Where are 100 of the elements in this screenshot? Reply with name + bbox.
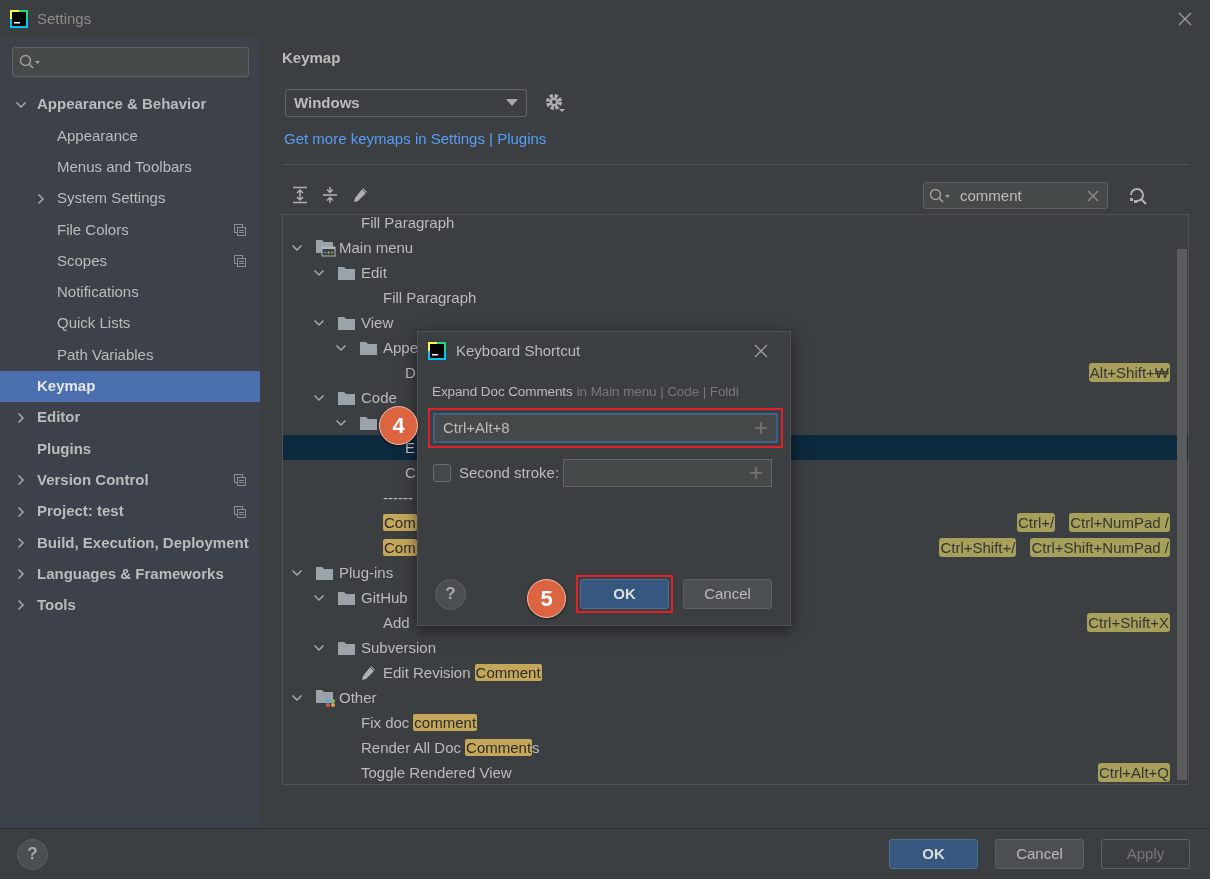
dialog-title: Keyboard Shortcut: [456, 340, 581, 361]
shortcut-badge: Ctrl+/: [1016, 513, 1056, 532]
window-title: Settings: [37, 8, 92, 29]
app-logo-icon: [10, 10, 28, 28]
sidebar-item[interactable]: Appearance & Behavior: [0, 89, 260, 121]
chevron-right-icon[interactable]: [15, 474, 27, 487]
shortcut-badge: Ctrl+NumPad /: [1069, 513, 1170, 532]
sidebar-item[interactable]: Quick Lists: [0, 308, 260, 340]
row-label[interactable]: Com: [383, 540, 417, 555]
row-label[interactable]: View: [361, 315, 394, 330]
close-icon[interactable]: [754, 344, 768, 358]
row-label[interactable]: Toggle Rendered View: [361, 765, 512, 780]
pencil-icon: [359, 663, 377, 682]
help-button[interactable]: ?: [17, 838, 48, 870]
sidebar-item[interactable]: Build, Execution, Deployment: [0, 527, 260, 559]
sidebar-item[interactable]: Project: test: [0, 495, 260, 528]
sidebar-item[interactable]: Tools: [0, 589, 260, 622]
shortcut-badge: Ctrl+Shift+X: [1087, 613, 1170, 632]
row-label[interactable]: Appe: [383, 340, 419, 355]
row-label[interactable]: Main menu: [339, 240, 414, 255]
folder-icon: [315, 564, 334, 581]
folder-icon: [337, 314, 356, 331]
folder-icon: [337, 389, 356, 406]
search-icon: [929, 187, 951, 204]
folder-icon: [359, 339, 378, 356]
checkbox[interactable]: [433, 464, 451, 482]
row-label[interactable]: GitHub: [361, 590, 408, 605]
shortcut-badge: Ctrl+Alt+Q: [1097, 763, 1170, 782]
shortcut-badge: Ctrl+Shift+NumPad /: [1030, 538, 1170, 557]
sidebar-item[interactable]: Appearance: [0, 120, 260, 152]
sidebar-item[interactable]: Path Variables: [0, 339, 260, 371]
row-label[interactable]: Fill Paragraph: [383, 290, 477, 305]
chevron-right-icon[interactable]: [35, 192, 47, 205]
dialog-button[interactable]: OK: [580, 579, 669, 609]
row-label[interactable]: Add: [383, 615, 410, 630]
keymap-dropdown[interactable]: Windows: [285, 89, 527, 117]
sidebar-item[interactable]: Menus and Toolbars: [0, 151, 260, 183]
menu-folder-icon: [315, 238, 336, 257]
other-folder-icon: [315, 688, 336, 707]
chevron-right-icon[interactable]: [15, 505, 27, 518]
caret-icon: [506, 99, 518, 107]
copy-icon: [234, 255, 246, 268]
folder-icon: [359, 414, 378, 431]
copy-icon: [234, 223, 246, 236]
sidebar-item[interactable]: Scopes: [0, 245, 260, 277]
search-field[interactable]: comment: [923, 181, 1108, 209]
field-label: Second stroke:: [459, 462, 560, 483]
shortcut-badge: Ctrl+Shift+/: [939, 538, 1017, 557]
dialog-button[interactable]: Cancel: [995, 839, 1084, 869]
keymaps-link[interactable]: Get more keymaps in Settings | Plugins: [284, 129, 547, 149]
collapse-all-icon[interactable]: [321, 186, 339, 204]
sidebar-item[interactable]: Notifications: [0, 276, 260, 309]
row-label[interactable]: D: [405, 365, 416, 380]
row-label[interactable]: Code: [361, 390, 397, 405]
sidebar-item[interactable]: Version Control: [0, 464, 260, 496]
row-label[interactable]: Render All Doc Comments: [361, 740, 540, 755]
row-label[interactable]: Subversion: [361, 640, 437, 655]
search-icon: [19, 54, 41, 70]
search-field[interactable]: [12, 47, 249, 77]
shortcut-badge: Alt+Shift+₩: [1088, 363, 1170, 382]
close-icon[interactable]: [1178, 12, 1192, 26]
expand-all-icon[interactable]: [291, 186, 309, 204]
pencil-icon[interactable]: [351, 186, 369, 204]
row-label[interactable]: Other: [339, 690, 377, 705]
section-heading: Keymap: [282, 48, 342, 68]
row-label[interactable]: C: [405, 465, 416, 480]
row-label[interactable]: Plug-ins: [339, 565, 394, 580]
step-badge: 5: [527, 579, 566, 618]
help-button[interactable]: ?: [435, 578, 466, 610]
sidebar-item[interactable]: Keymap: [0, 370, 260, 402]
row-label[interactable]: ------: [383, 490, 413, 505]
row-label[interactable]: Fill Paragraph: [361, 215, 455, 230]
copy-icon: [234, 505, 246, 518]
sidebar-item[interactable]: Editor: [0, 401, 260, 434]
app-logo-icon: [428, 342, 446, 360]
chevron-right-icon[interactable]: [15, 536, 27, 549]
folder-icon: [337, 589, 356, 606]
scrollbar-thumb[interactable]: [1177, 249, 1187, 780]
dialog-button[interactable]: OK: [889, 839, 978, 869]
sidebar-item[interactable]: File Colors: [0, 214, 260, 246]
row-label[interactable]: Edit Revision Comment: [383, 665, 542, 680]
sidebar-item[interactable]: Languages & Frameworks: [0, 558, 260, 590]
sidebar-item[interactable]: Plugins: [0, 433, 260, 465]
row-label[interactable]: Edit: [361, 265, 387, 280]
gear-icon[interactable]: [545, 93, 565, 113]
sidebar-item[interactable]: System Settings: [0, 182, 260, 215]
action-name: Expand Doc Comments: [432, 384, 573, 399]
chevron-right-icon[interactable]: [15, 411, 27, 424]
copy-icon: [234, 474, 246, 487]
chevron-right-icon[interactable]: [15, 599, 27, 612]
folder-icon: [337, 264, 356, 281]
shortcut-field[interactable]: [563, 459, 772, 487]
row-label[interactable]: Com: [383, 515, 417, 530]
folder-icon: [337, 639, 356, 656]
dialog-button[interactable]: Cancel: [683, 579, 772, 609]
find-shortcut-icon[interactable]: [1128, 185, 1148, 205]
clear-icon[interactable]: [1087, 189, 1099, 202]
shortcut-field[interactable]: Ctrl+Alt+8: [433, 413, 778, 443]
chevron-right-icon[interactable]: [15, 568, 27, 581]
action-path: in Main menu | Code | Foldi: [576, 384, 739, 399]
